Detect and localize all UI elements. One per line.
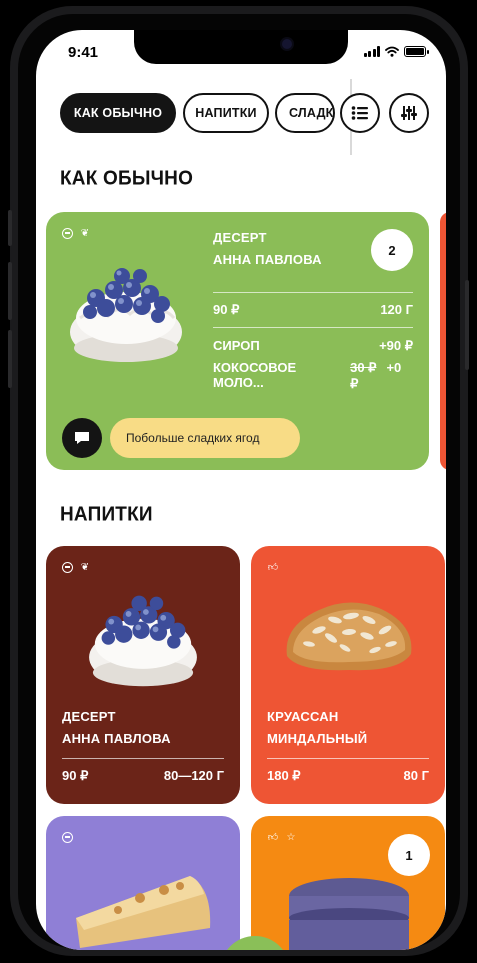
card-tags: ❦ xyxy=(62,228,91,240)
comment-button[interactable] xyxy=(62,418,102,458)
product-card-pie[interactable] xyxy=(46,816,240,950)
milk-row: КОКОСОВОЕ МОЛО... 30 ₽ +0 ₽ xyxy=(213,360,413,392)
usual-card-divider xyxy=(213,292,413,293)
product-price: 90 ₽ xyxy=(62,768,89,783)
product-price-row: 90 ₽ 80—120 Г xyxy=(62,768,224,784)
category-tabs: КАК ОБЫЧНО НАПИТКИ СЛАДКОЕ xyxy=(60,79,446,155)
product-price-row: 180 ₽ 80 Г xyxy=(267,768,429,784)
next-card-peek[interactable] xyxy=(440,212,446,470)
card-tags: 👍︎ xyxy=(267,562,279,574)
usual-card-price: 90 ₽ xyxy=(213,302,240,317)
usual-card-divider-2 xyxy=(213,327,413,328)
signal-icon xyxy=(363,46,380,57)
thumbs-up-icon: 👍︎ xyxy=(267,562,279,573)
notch xyxy=(134,30,348,64)
product-name-line1: ДЕСЕРТ xyxy=(62,709,116,724)
app-screen: 9:41 КАК ОБЫЧНО НАПИТКИ СЛАДКОЕ xyxy=(36,30,446,950)
no-sugar-icon xyxy=(62,562,73,573)
croissant-image xyxy=(286,602,412,671)
product-card-pavlova[interactable]: ❦ ДЕСЕРТ АННА ПАВЛОВА 90 ₽ 80—120 Г xyxy=(46,546,240,804)
product-card-macaron[interactable]: 👍︎ ☆ 1 xyxy=(251,816,445,950)
filter-button[interactable] xyxy=(389,93,429,133)
syrup-label: СИРОП xyxy=(213,338,260,353)
product-title: КРУАССАН МИНДАЛЬНЫЙ xyxy=(267,706,367,750)
mute-switch xyxy=(8,210,12,246)
vegan-leaf-icon: ❦ xyxy=(80,228,90,239)
usual-card-name-line2: АННА ПАВЛОВА xyxy=(213,252,322,267)
comment-text[interactable]: Побольше сладких ягод xyxy=(110,418,300,458)
section-title-usual: КАК ОБЫЧНО xyxy=(60,167,194,190)
quantity-badge[interactable]: 1 xyxy=(388,834,430,876)
vegan-leaf-icon: ❦ xyxy=(80,562,90,573)
product-name-line2: МИНДАЛЬНЫЙ xyxy=(267,731,368,746)
star-icon: ☆ xyxy=(286,832,296,843)
product-name-line1: КРУАССАН xyxy=(267,709,339,724)
power-button xyxy=(465,280,469,370)
status-time: 9:41 xyxy=(68,44,99,61)
usual-card-price-row: 90 ₽ 120 Г xyxy=(213,302,413,318)
product-card-croissant[interactable]: 👍︎ КРУАССАН МИНДАЛЬНЫЙ 180 ₽ 80 Г xyxy=(251,546,445,804)
card-tags: ❦ xyxy=(62,562,91,574)
pavlova-image xyxy=(70,268,182,362)
filter-sliders-icon xyxy=(401,106,417,120)
syrup-price: +90 ₽ xyxy=(379,338,413,353)
milk-label: КОКОСОВОЕ МОЛО... xyxy=(213,360,297,390)
pavlova-image xyxy=(89,595,197,687)
product-weight: 80 Г xyxy=(403,768,429,783)
status-icons xyxy=(363,46,429,57)
usual-order-card[interactable]: ❦ ДЕСЕРТ АННА ПАВЛОВА 2 90 ₽ 120 Г СИРОП… xyxy=(46,212,429,470)
section-title-drinks: НАПИТКИ xyxy=(60,503,153,526)
card-tags: 👍︎ ☆ xyxy=(267,832,297,844)
speech-bubble-icon xyxy=(75,432,89,444)
thumbs-up-icon: 👍︎ xyxy=(267,832,279,843)
usual-card-title: ДЕСЕРТ АННА ПАВЛОВА xyxy=(213,227,322,271)
no-sugar-icon xyxy=(62,832,73,843)
usual-card-name-line1: ДЕСЕРТ xyxy=(213,230,267,245)
milk-old-price: 30 ₽ xyxy=(350,360,377,375)
product-divider xyxy=(62,758,224,759)
macaron-image xyxy=(289,878,409,950)
usual-card-weight: 120 Г xyxy=(380,302,413,317)
battery-icon xyxy=(404,46,429,57)
no-sugar-icon xyxy=(62,228,73,239)
front-camera-icon xyxy=(282,39,292,49)
wifi-icon xyxy=(385,46,399,57)
tab-drinks[interactable]: НАПИТКИ xyxy=(183,93,269,133)
tab-usual[interactable]: КАК ОБЫЧНО xyxy=(60,93,176,133)
apple-pie-image xyxy=(76,876,211,948)
list-view-button[interactable] xyxy=(340,93,380,133)
syrup-row: СИРОП +90 ₽ xyxy=(213,338,413,354)
product-name-line2: АННА ПАВЛОВА xyxy=(62,731,171,746)
quantity-badge[interactable]: 2 xyxy=(371,229,413,271)
product-price: 180 ₽ xyxy=(267,768,301,783)
card-tags xyxy=(62,832,73,843)
volume-down-button xyxy=(8,330,12,388)
list-icon xyxy=(351,106,368,120)
volume-up-button xyxy=(8,262,12,320)
tab-sweets[interactable]: СЛАДКОЕ xyxy=(275,93,335,133)
product-weight: 80—120 Г xyxy=(163,768,224,783)
product-divider xyxy=(267,758,429,759)
product-title: ДЕСЕРТ АННА ПАВЛОВА xyxy=(62,706,171,750)
